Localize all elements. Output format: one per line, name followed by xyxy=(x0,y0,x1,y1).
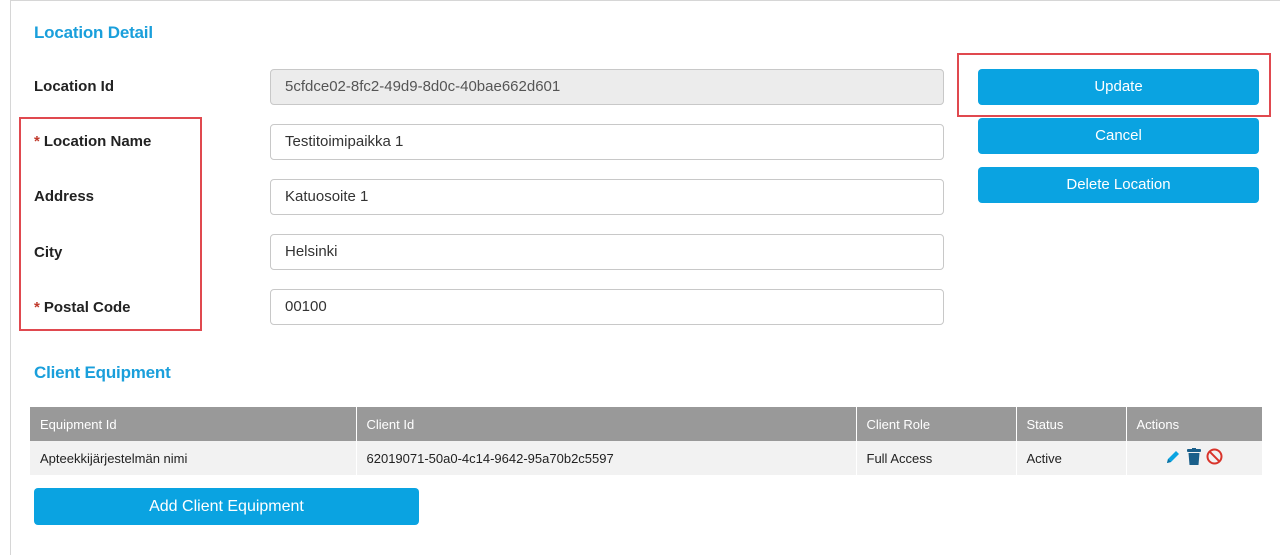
table-row: Apteekkijärjestelmän nimi 62019071-50a0-… xyxy=(30,441,1262,475)
delete-icon[interactable] xyxy=(1186,448,1201,468)
add-client-equipment-button[interactable]: Add Client Equipment xyxy=(34,488,419,525)
column-header-client-id[interactable]: Client Id xyxy=(356,407,857,441)
disable-icon[interactable] xyxy=(1206,448,1223,468)
client-role-cell: Full Access xyxy=(856,441,1017,475)
update-button[interactable]: Update xyxy=(978,69,1259,105)
column-header-client-role[interactable]: Client Role xyxy=(856,407,1017,441)
page-border-left xyxy=(10,0,11,555)
column-header-equipment-id[interactable]: Equipment Id xyxy=(30,407,357,441)
page-border-top xyxy=(10,0,1280,1)
client-id-cell: 62019071-50a0-4c14-9642-95a70b2c5597 xyxy=(356,441,857,475)
postal-code-field[interactable]: 00100 xyxy=(270,289,944,325)
column-header-status[interactable]: Status xyxy=(1016,407,1127,441)
location-detail-title: Location Detail xyxy=(34,23,153,42)
client-equipment-title: Client Equipment xyxy=(34,363,171,382)
table-header-row: Equipment Id Client Id Client Role Statu… xyxy=(30,407,1262,441)
status-cell: Active xyxy=(1016,441,1127,475)
client-equipment-table: Equipment Id Client Id Client Role Statu… xyxy=(30,407,1262,475)
address-field[interactable]: Katuosoite 1 xyxy=(270,179,944,215)
equipment-id-cell: Apteekkijärjestelmän nimi xyxy=(30,441,357,475)
delete-location-button[interactable]: Delete Location xyxy=(978,167,1259,203)
cancel-button[interactable]: Cancel xyxy=(978,118,1259,154)
labels-highlight-box xyxy=(19,117,202,331)
location-id-field[interactable]: 5cfdce02-8fc2-49d9-8d0c-40bae662d601 xyxy=(270,69,944,105)
column-header-actions: Actions xyxy=(1126,407,1262,441)
edit-icon[interactable] xyxy=(1165,449,1181,468)
city-field[interactable]: Helsinki xyxy=(270,234,944,270)
location-name-field[interactable]: Testitoimipaikka 1 xyxy=(270,124,944,160)
actions-cell xyxy=(1126,441,1262,475)
location-id-label: Location Id xyxy=(34,78,114,95)
